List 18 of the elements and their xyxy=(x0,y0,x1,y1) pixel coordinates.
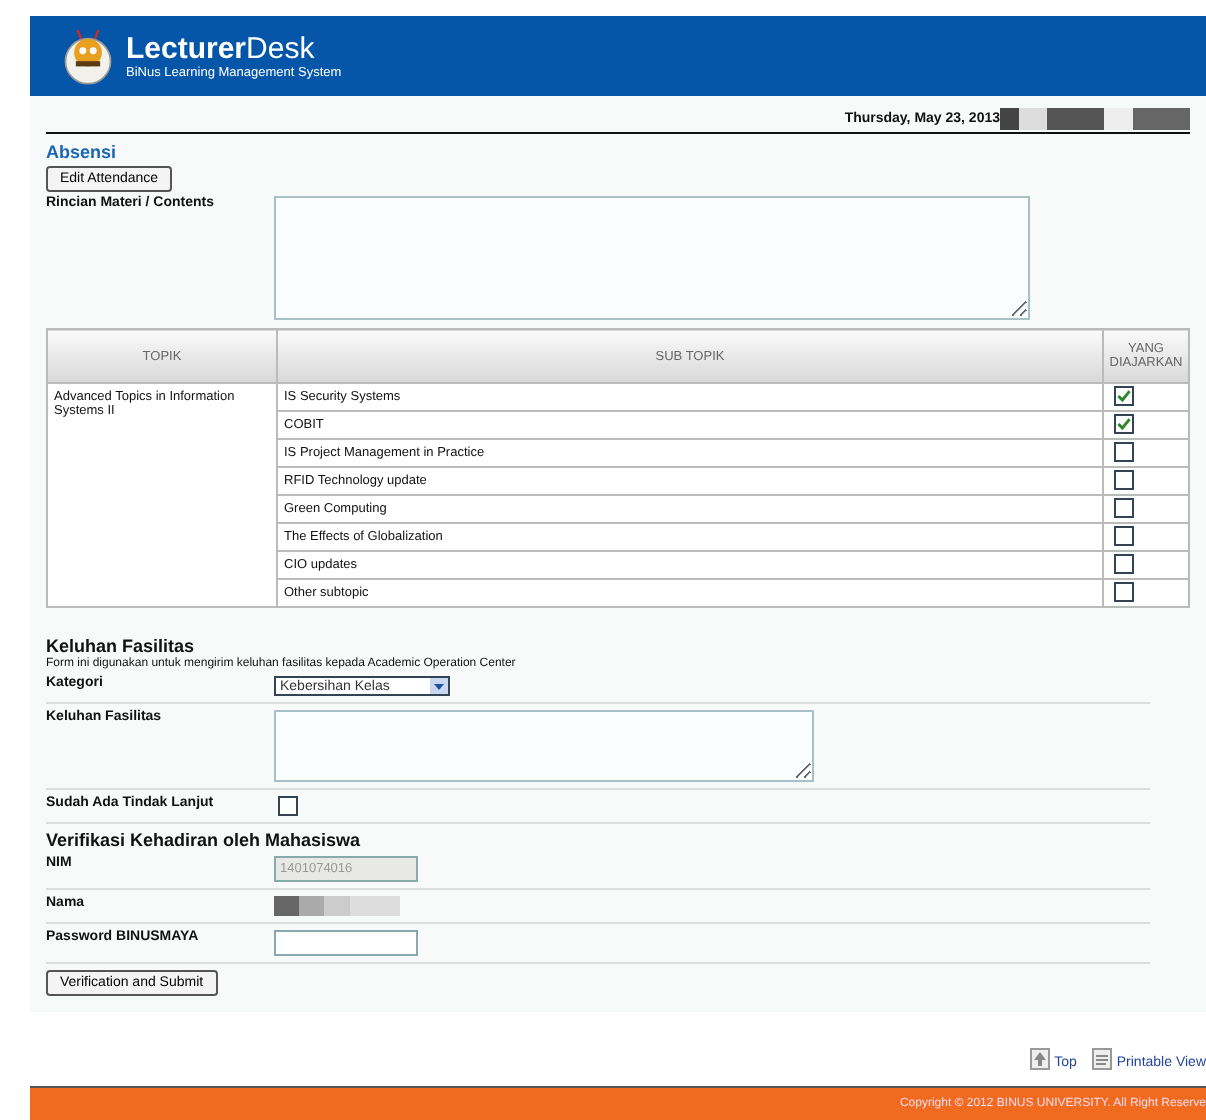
taught-checkbox[interactable] xyxy=(1114,497,1134,517)
followup-checkbox[interactable] xyxy=(278,796,298,816)
taught-checkbox[interactable] xyxy=(1114,553,1134,573)
section-title: Absensi xyxy=(46,142,119,162)
section-title: Keluhan Fasilitas xyxy=(46,636,197,656)
dropdown-arrow-icon xyxy=(430,678,448,694)
taught-checkbox[interactable] xyxy=(1114,414,1134,434)
printer-icon xyxy=(1092,1048,1113,1070)
taught-checkbox[interactable] xyxy=(1114,581,1134,601)
password-field[interactable] xyxy=(274,930,418,956)
up-arrow-icon xyxy=(1030,1048,1051,1070)
taught-checkbox[interactable] xyxy=(1114,386,1134,406)
taught-checkbox[interactable] xyxy=(1114,469,1134,489)
taught-checkbox[interactable] xyxy=(1114,525,1134,545)
app-logo-text: LecturerDesk xyxy=(126,33,317,65)
redacted-block xyxy=(274,896,400,916)
taught-checkbox[interactable] xyxy=(1114,441,1134,461)
section-title: Verifikasi Kehadiran oleh Mahasiswa xyxy=(46,830,363,850)
